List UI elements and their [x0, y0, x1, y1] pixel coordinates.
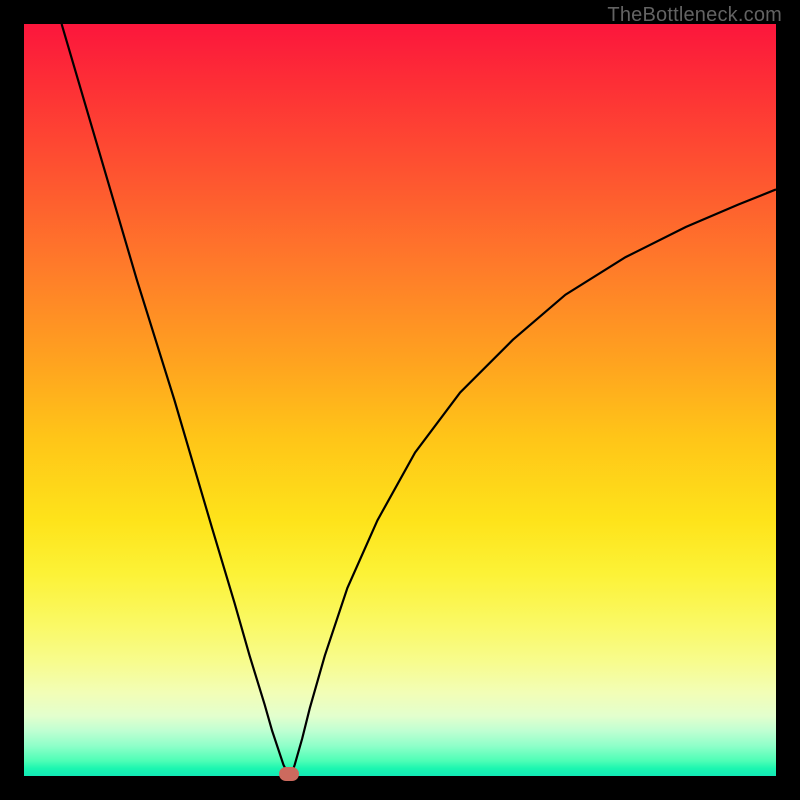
optimum-marker [279, 767, 299, 781]
watermark-text: TheBottleneck.com [607, 4, 782, 27]
bottleneck-curve [24, 24, 776, 776]
chart-plot-area [24, 24, 776, 776]
